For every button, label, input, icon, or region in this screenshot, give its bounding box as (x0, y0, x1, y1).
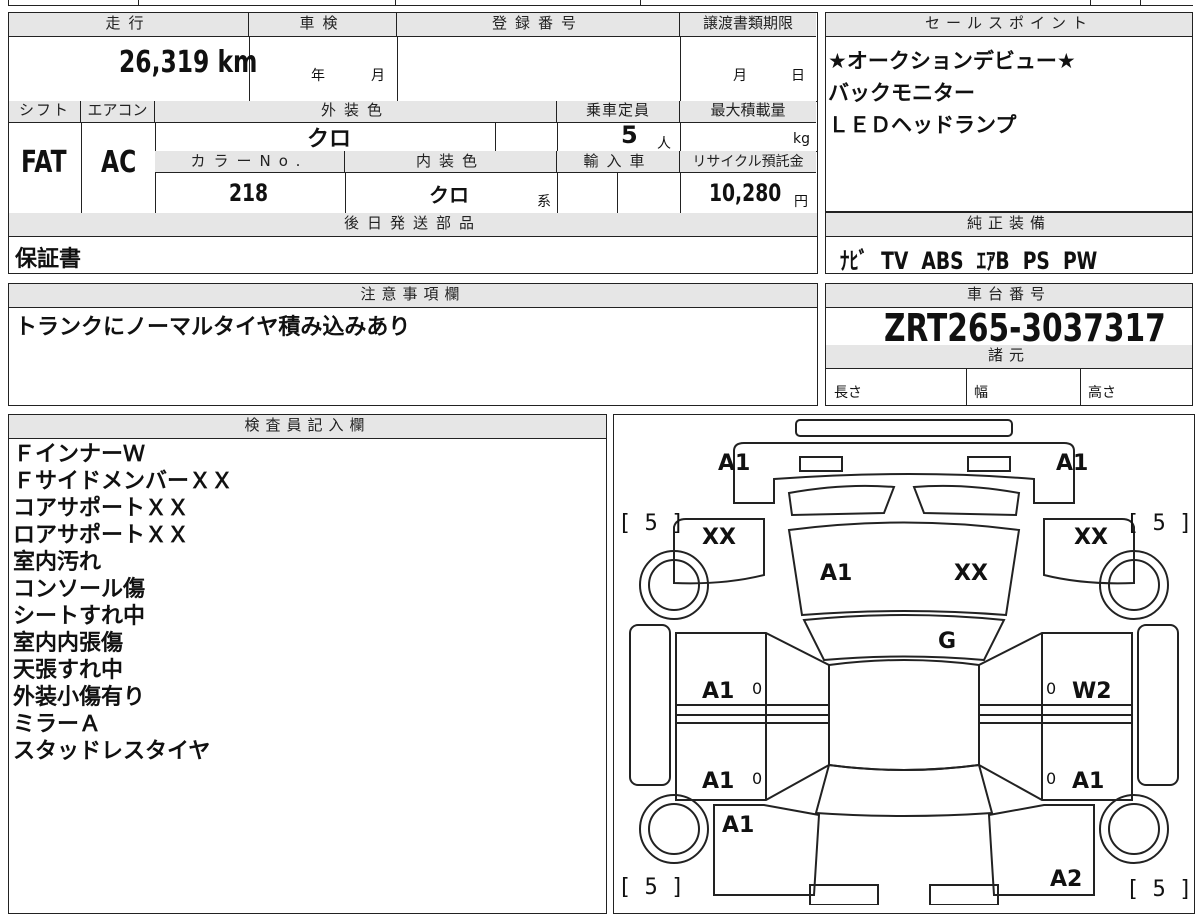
chassis-number: ZRT265-3037317 (884, 306, 1166, 350)
yen-unit: 円 (794, 194, 808, 210)
sales-point-list: ★オークションデビュー★ バックモニター ＬＥＤヘッドランプ (828, 45, 1076, 141)
specs-label: 諸元 (987, 346, 1030, 364)
inspector-list: ＦインナーＷ ＦサイドメンバーＸＸ コアサポートＸＸ ロアサポートＸＸ 室内汚れ… (13, 441, 233, 765)
sales-point-line: ★オークションデビュー★ (828, 49, 1076, 73)
recycle-value: 10,280 (709, 179, 782, 207)
recycle-label: リサイクル預託金 (692, 154, 804, 170)
damage-front-door-left: A1 (702, 679, 735, 704)
inspector-line: 室内汚れ (13, 550, 102, 575)
damage-windshield: G (938, 629, 957, 654)
int-color-value: クロ (429, 183, 469, 207)
inspector-line: 室内内張傷 (13, 631, 124, 656)
damage-fender-left: XX (702, 525, 736, 550)
notes-value: トランクにノーマルタイヤ積み込みあり (15, 315, 411, 340)
inspection-year-unit: 年 (311, 68, 325, 84)
sales-point-line: バックモニター (828, 81, 975, 105)
damage-hood-x: XX (954, 561, 988, 586)
import-label: 輸入車 (583, 152, 653, 170)
top-strip (0, 0, 1200, 8)
color-no-value: 218 (229, 179, 269, 207)
inspector-line: スタッドレスタイヤ (13, 739, 211, 764)
inspection-label: 車検 (299, 14, 346, 32)
mileage-value: 26,319 km (119, 45, 258, 80)
damage-front-door-right: W2 (1072, 679, 1112, 704)
damage-rear-door-right: A1 (1072, 769, 1105, 794)
height-label: 高さ (1088, 385, 1116, 401)
rear-door-right-0: 0 (1046, 769, 1057, 788)
damage-front-left: A1 (718, 451, 751, 476)
int-color-label: 内装色 (415, 152, 485, 170)
inspector-box: 検査員記入欄 ＦインナーＷ ＦサイドメンバーＸＸ コアサポートＸＸ ロアサポート… (8, 414, 607, 914)
kg-unit: kg (793, 131, 810, 147)
mileage-label: 走行 (105, 14, 152, 32)
ac-value: AC (101, 145, 137, 180)
capacity-value: 5 (621, 121, 638, 149)
inspector-line: シートすれ中 (13, 604, 146, 629)
damage-fender-right: XX (1074, 525, 1108, 550)
damage-rear-quarter-right: A2 (1050, 867, 1083, 892)
tire-rear-right: [ 5 ] (1126, 877, 1193, 902)
inspector-line: ＦサイドメンバーＸＸ (13, 469, 234, 494)
inspector-line: コンソール傷 (13, 577, 146, 602)
vehicle-info-table: 走行 車検 登録番号 譲渡書類期限 26,319 km 年 月 月 日 シフト … (8, 12, 818, 274)
inspector-line: コアサポートＸＸ (13, 496, 190, 521)
chassis-box: 車台番号 ZRT265-3037317 諸元 長さ 幅 高さ (825, 283, 1193, 406)
damage-rear-door-left: A1 (702, 769, 735, 794)
damage-rear-quarter-left: A1 (722, 813, 755, 838)
inspector-line: ロアサポートＸＸ (13, 523, 190, 548)
ac-label: エアコン (87, 101, 148, 119)
notes-label: 注意事項欄 (360, 285, 466, 303)
tire-front-right: [ 5 ] (1126, 511, 1193, 536)
sales-point-box: セールスポイント ★オークションデビュー★ バックモニター ＬＥＤヘッドランプ (825, 12, 1193, 212)
damage-front-right: A1 (1056, 451, 1089, 476)
sales-point-label: セールスポイント (924, 14, 1093, 32)
notes-box: 注意事項欄 トランクにノーマルタイヤ積み込みあり (8, 283, 818, 406)
shift-label: シフト (18, 101, 70, 119)
ext-color-label: 外装色 (320, 101, 390, 119)
front-door-right-0: 0 (1046, 679, 1057, 698)
inspector-line: ＦインナーＷ (13, 442, 146, 467)
inspection-month-unit: 月 (371, 68, 385, 84)
kei-unit: 系 (537, 194, 551, 210)
equipment-box: 純正装備 ﾅﾋﾞ TV ABS ｴｱB PS PW (825, 212, 1193, 275)
maxload-label: 最大積載量 (710, 101, 786, 119)
equipment-value: ﾅﾋﾞ TV ABS ｴｱB PS PW (840, 247, 1098, 275)
transfer-month-unit: 月 (733, 68, 747, 84)
chassis-label: 車台番号 (966, 285, 1051, 303)
damage-diagram-box: A1 A1 [ 5 ] [ 5 ] XX XX A1 XX G A1 0 0 W… (613, 414, 1195, 914)
transfer-day-unit: 日 (791, 68, 805, 84)
person-unit: 人 (657, 136, 671, 152)
front-door-left-0: 0 (752, 679, 763, 698)
tire-front-left: [ 5 ] (618, 511, 685, 536)
shift-value: FAT (21, 145, 67, 180)
tire-rear-left: [ 5 ] (618, 875, 685, 900)
color-no-label: カラーNo. (190, 152, 309, 170)
damage-hood-a: A1 (820, 561, 853, 586)
later-parts-label: 後日発送部品 (343, 214, 482, 232)
sales-point-line: ＬＥＤヘッドランプ (828, 113, 1017, 137)
inspector-line: 天張すれ中 (13, 658, 124, 683)
capacity-label: 乗車定員 (585, 101, 650, 119)
inspector-line: ミラーＡ (13, 712, 102, 737)
later-parts-value: 保証書 (15, 247, 82, 272)
width-label: 幅 (974, 385, 988, 401)
transfer-deadline-label: 譲渡書類期限 (702, 14, 793, 32)
inspector-label: 検査員記入欄 (244, 416, 371, 434)
ext-color-value: クロ (307, 127, 352, 152)
equipment-label: 純正装備 (966, 214, 1051, 232)
rear-door-left-0: 0 (752, 769, 763, 788)
length-label: 長さ (834, 385, 862, 401)
car-diagram (629, 419, 1179, 905)
registration-label: 登録番号 (491, 14, 584, 32)
inspector-line: 外装小傷有り (13, 685, 146, 710)
